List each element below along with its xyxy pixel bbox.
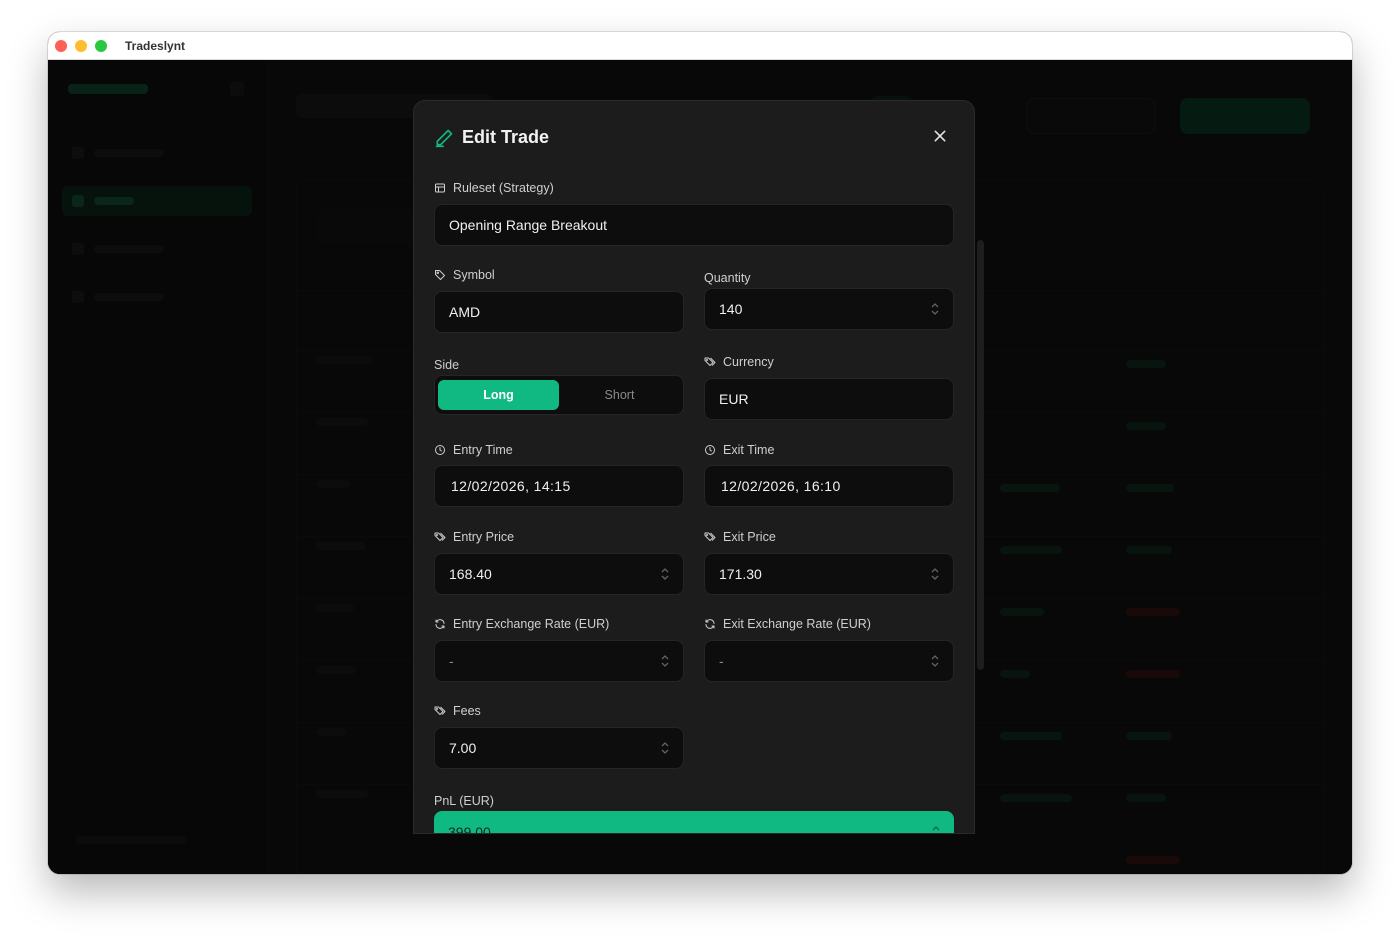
symbol-label-text: Symbol [453,268,495,282]
entry-time-label: Entry Time [434,443,513,457]
currency-value: EUR [719,391,749,407]
quantity-input[interactable]: 140 [704,288,954,330]
exit-time-label-text: Exit Time [723,443,775,457]
pnl-input[interactable]: 399.00 [434,811,954,834]
entry-price-input[interactable]: 168.40 [434,553,684,595]
stepper-icon[interactable] [661,741,669,755]
entry-fx-label: Entry Exchange Rate (EUR) [434,617,609,631]
ruleset-value: Opening Range Breakout [449,217,607,233]
dialog-title: Edit Trade [462,127,550,147]
stepper-icon[interactable] [931,302,939,316]
ruleset-select[interactable]: Opening Range Breakout [434,204,954,246]
refresh-icon [705,619,715,629]
ruleset-label-text: Ruleset (Strategy) [453,181,554,195]
exit-fx-placeholder: - [719,653,724,669]
fees-value: 7.00 [449,740,477,756]
close-icon[interactable] [932,128,948,144]
entry-time-input[interactable]: 12/02/2026, 14:15 [434,465,684,507]
exit-fx-label: Exit Exchange Rate (EUR) [704,617,871,631]
fees-label: Fees [434,704,481,718]
quantity-value: 140 [719,301,743,317]
side-long-button[interactable]: Long [438,380,559,410]
app-content: Edit Trade Ruleset (Strategy) Opening Ra… [48,60,1352,874]
table-icon [435,183,445,193]
exit-time-label: Exit Time [704,443,774,457]
symbol-value: AMD [449,304,481,320]
symbol-label: Symbol [434,268,495,282]
app-window: Tradeslynt Edit Trade Ruleset (Strategy)… [48,32,1352,874]
tags-icon [704,357,716,366]
entry-fx-label-text: Entry Exchange Rate (EUR) [453,617,610,631]
tags-icon [434,532,446,541]
entry-price-value: 168.40 [449,566,492,582]
exit-price-label-text: Exit Price [723,530,776,544]
tag-icon [435,270,445,280]
minimize-window-button[interactable] [75,39,87,52]
pnl-label: PnL (EUR) [434,794,494,808]
side-label: Side [434,358,459,372]
currency-label: Currency [704,355,774,369]
clock-icon [435,445,445,455]
exit-fx-label-text: Exit Exchange Rate (EUR) [723,617,871,631]
fees-label-text: Fees [453,704,481,718]
quantity-label: Quantity [704,271,751,285]
fees-input[interactable]: 7.00 [434,727,684,769]
exit-price-input[interactable]: 171.30 [704,553,954,595]
symbol-input[interactable]: AMD [434,291,684,333]
edit-icon [435,129,453,147]
stepper-icon[interactable] [931,654,939,668]
refresh-icon [435,619,445,629]
currency-select[interactable]: EUR [704,378,954,420]
edit-trade-dialog: Edit Trade Ruleset (Strategy) Opening Ra… [413,100,975,834]
entry-price-label-text: Entry Price [453,530,515,544]
side-toggle: Long Short [434,375,684,415]
quantity-label-text: Quantity [704,271,751,285]
side-label-text: Side [434,358,460,372]
entry-fx-input[interactable]: - [434,640,684,682]
tags-icon [434,706,446,715]
side-short-button[interactable]: Short [559,380,680,410]
stepper-icon[interactable] [661,654,669,668]
currency-label-text: Currency [723,355,774,369]
dialog-header: Edit Trade [434,127,549,148]
pnl-value: 399.00 [448,824,491,834]
scrollbar-thumb[interactable] [977,240,984,670]
entry-fx-placeholder: - [449,653,454,669]
entry-time-value: 12/02/2026, 14:15 [451,478,571,494]
exit-price-label: Exit Price [704,530,776,544]
entry-time-label-text: Entry Time [453,443,513,457]
tags-icon [704,532,716,541]
pnl-label-text: PnL (EUR) [434,794,494,808]
exit-price-value: 171.30 [719,566,762,582]
exit-time-input[interactable]: 12/02/2026, 16:10 [704,465,954,507]
close-window-button[interactable] [55,39,67,52]
stepper-icon[interactable] [931,567,939,581]
ruleset-label: Ruleset (Strategy) [434,181,554,195]
title-bar: Tradeslynt [48,32,1352,60]
exit-fx-input[interactable]: - [704,640,954,682]
entry-price-label: Entry Price [434,530,514,544]
exit-time-value: 12/02/2026, 16:10 [721,478,841,494]
stepper-icon[interactable] [661,567,669,581]
maximize-window-button[interactable] [95,39,107,52]
window-title: Tradeslynt [125,38,186,53]
stepper-icon[interactable] [932,825,940,834]
clock-icon [705,445,715,455]
